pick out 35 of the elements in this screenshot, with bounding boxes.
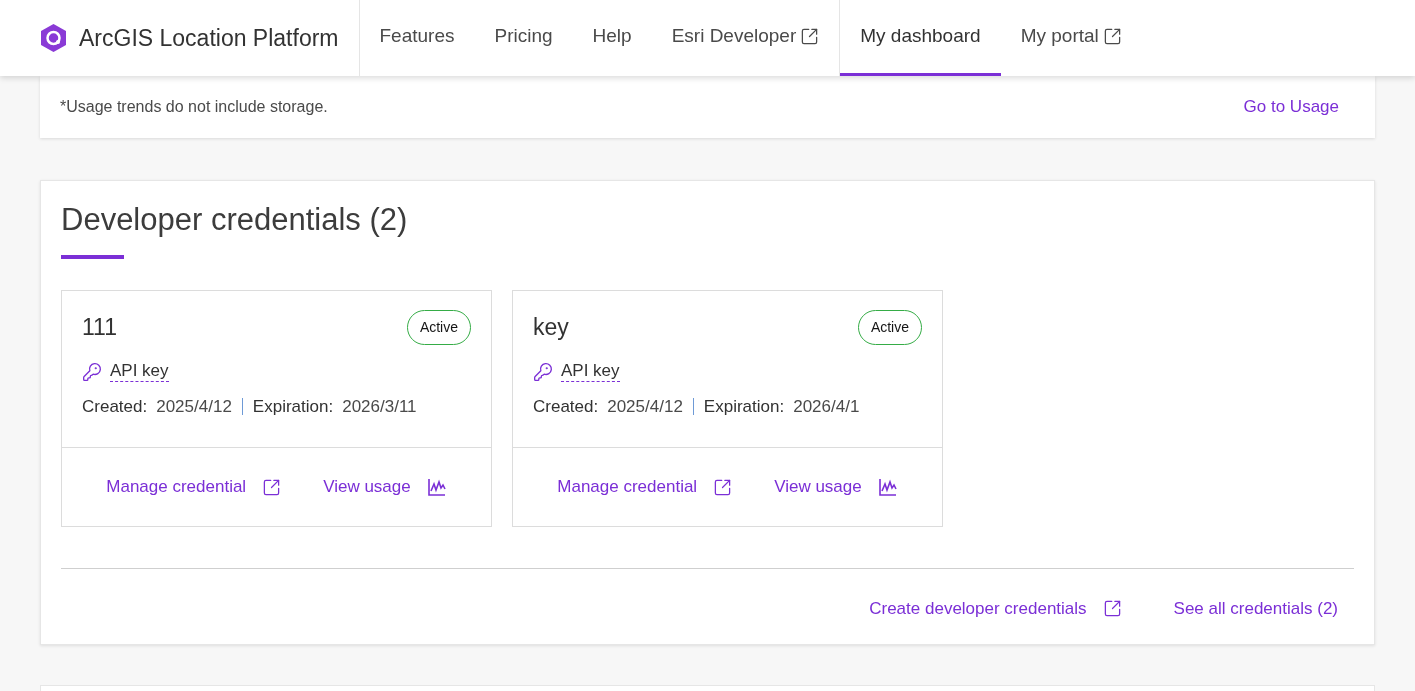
created-date: 2025/4/12 bbox=[156, 396, 232, 418]
title-underline bbox=[61, 255, 124, 259]
credential-name: key bbox=[533, 313, 569, 343]
nav-tab[interactable]: My portal bbox=[1000, 0, 1142, 76]
section-title: Developer credentials (2) bbox=[61, 201, 409, 239]
created-label: Created: bbox=[82, 396, 148, 418]
nav-tab[interactable]: Features bbox=[359, 0, 475, 76]
credential-name: 111 bbox=[82, 313, 117, 343]
go-to-usage-link[interactable]: Go to Usage bbox=[1243, 94, 1339, 120]
expiration-label: Expiration: bbox=[252, 396, 334, 418]
manage-credential-link[interactable]: Manage credential bbox=[106, 474, 282, 500]
view-usage-link[interactable]: View usage bbox=[774, 474, 898, 500]
key-icon bbox=[533, 361, 553, 382]
credentials-action-link[interactable]: See all credentials (2) bbox=[1173, 596, 1338, 622]
expiration-date: 2026/4/1 bbox=[793, 396, 860, 418]
credential-type: API key bbox=[561, 361, 620, 382]
credential-type: API key bbox=[110, 361, 169, 382]
key-icon bbox=[82, 361, 102, 382]
view-usage-link[interactable]: View usage bbox=[323, 474, 447, 500]
expiration-date: 2026/3/11 bbox=[342, 396, 417, 418]
usage-note: *Usage trends do not include storage. bbox=[60, 97, 328, 117]
external-link-icon bbox=[262, 477, 282, 497]
nav-tab[interactable]: Esri Developer bbox=[651, 0, 840, 76]
chart-icon bbox=[877, 477, 898, 497]
chart-icon bbox=[426, 477, 447, 497]
created-label: Created: bbox=[533, 396, 599, 418]
credentials-action-link[interactable]: Create developer credentials bbox=[869, 596, 1122, 622]
brand-title: ArcGIS Location Platform bbox=[79, 23, 339, 53]
nav-tab[interactable]: Help bbox=[572, 0, 652, 76]
external-link-icon bbox=[713, 477, 733, 497]
manage-credential-link[interactable]: Manage credential bbox=[557, 474, 733, 500]
created-date: 2025/4/12 bbox=[607, 396, 683, 418]
nav-tab[interactable]: Pricing bbox=[474, 0, 573, 76]
logo-icon bbox=[40, 23, 67, 53]
expiration-label: Expiration: bbox=[703, 396, 785, 418]
